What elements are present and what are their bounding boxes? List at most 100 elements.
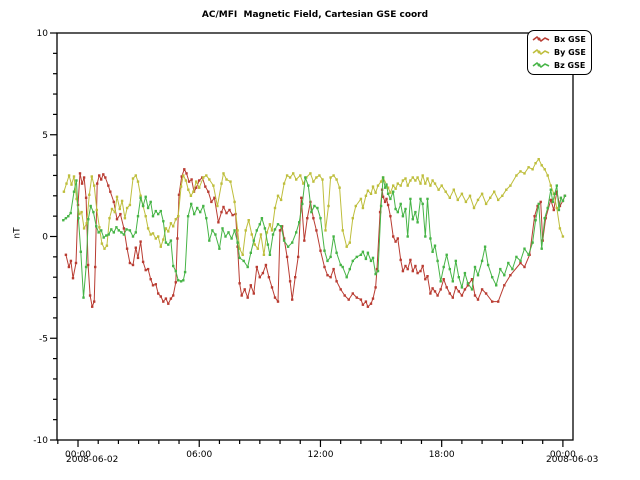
data-point-marker [269,223,271,225]
data-point-marker [137,180,139,182]
data-point-marker [397,211,399,213]
x-tick-label: 18:00 [429,450,455,460]
data-point-marker [147,207,149,209]
data-point-marker [100,178,102,180]
data-point-marker [505,189,507,191]
data-point-marker [493,191,495,193]
data-point-marker [452,296,454,298]
data-point-marker [501,195,503,197]
data-point-marker [409,259,411,261]
data-point-marker [473,207,475,209]
data-point-marker [165,227,167,229]
data-point-marker [265,264,267,266]
data-point-marker [491,276,493,278]
data-point-marker [315,176,317,178]
data-point-marker [352,217,354,219]
data-point-marker [187,215,189,217]
data-point-marker [477,298,479,300]
data-point-marker [113,231,115,233]
data-point-marker [70,260,72,262]
data-point-marker [355,205,357,207]
data-point-marker [316,207,318,209]
data-point-marker [554,193,556,195]
data-point-marker [208,178,210,180]
data-point-marker [295,231,297,233]
data-point-marker [247,266,249,268]
data-point-marker [126,207,128,209]
data-point-marker [550,184,552,186]
data-point-marker [261,217,263,219]
data-point-marker [83,227,85,229]
data-point-marker [256,229,258,231]
data-point-marker [182,174,184,176]
data-point-marker [553,209,555,211]
data-point-marker [145,269,147,271]
y-tick-label: -10 [33,436,48,446]
data-point-marker [429,237,431,239]
data-point-marker [129,262,131,264]
data-point-marker [519,262,521,264]
data-point-marker [170,297,172,299]
data-point-marker [256,266,258,268]
data-point-marker [301,203,303,205]
data-point-marker [449,197,451,199]
data-point-marker [414,179,416,181]
data-point-marker [307,184,309,186]
data-point-marker [434,290,436,292]
data-point-marker [280,225,282,227]
data-point-marker [182,279,184,281]
data-point-marker [515,256,517,258]
data-point-marker [404,208,406,210]
data-point-marker [556,207,558,209]
data-point-marker [365,300,367,302]
data-point-marker [126,248,128,250]
data-point-marker [190,195,192,197]
data-point-marker [382,176,384,178]
data-point-marker [150,278,152,280]
data-point-marker [356,296,358,298]
data-point-marker [477,274,479,276]
data-point-marker [519,170,521,172]
data-point-marker [277,300,279,302]
data-point-marker [335,280,337,282]
data-point-marker [389,198,391,200]
data-point-marker [356,256,358,258]
data-point-marker [93,300,95,302]
data-point-marker [82,296,84,298]
data-point-marker [205,217,207,219]
data-point-marker [327,205,329,207]
data-point-marker [481,260,483,262]
data-point-marker [402,179,404,181]
data-point-marker [458,290,460,292]
data-point-marker [245,229,247,231]
data-point-marker [289,280,291,282]
data-point-marker [170,239,172,241]
data-point-marker [254,243,256,245]
data-point-marker [277,223,279,225]
data-point-marker [259,223,261,225]
data-point-marker [461,286,463,288]
data-point-marker [185,179,187,181]
data-point-marker [289,176,291,178]
by-line-sample-icon [532,48,551,57]
data-point-marker [108,233,110,235]
data-point-marker [547,207,549,209]
data-point-marker [274,228,276,230]
data-point-marker [370,260,372,262]
data-point-marker [86,222,88,224]
bz-line-sample-icon [532,61,551,70]
data-point-marker [416,272,418,274]
data-point-marker [109,191,111,193]
data-point-marker [185,172,187,174]
data-point-marker [367,190,369,192]
data-point-marker [443,266,445,268]
bx-line-sample-icon [532,35,551,44]
data-point-marker [326,274,328,276]
data-point-marker [374,273,376,275]
data-point-marker [550,189,552,191]
data-point-marker [431,287,433,289]
data-point-marker [414,211,416,213]
data-point-marker [377,270,379,272]
data-point-marker [457,199,459,201]
data-point-marker [155,283,157,285]
